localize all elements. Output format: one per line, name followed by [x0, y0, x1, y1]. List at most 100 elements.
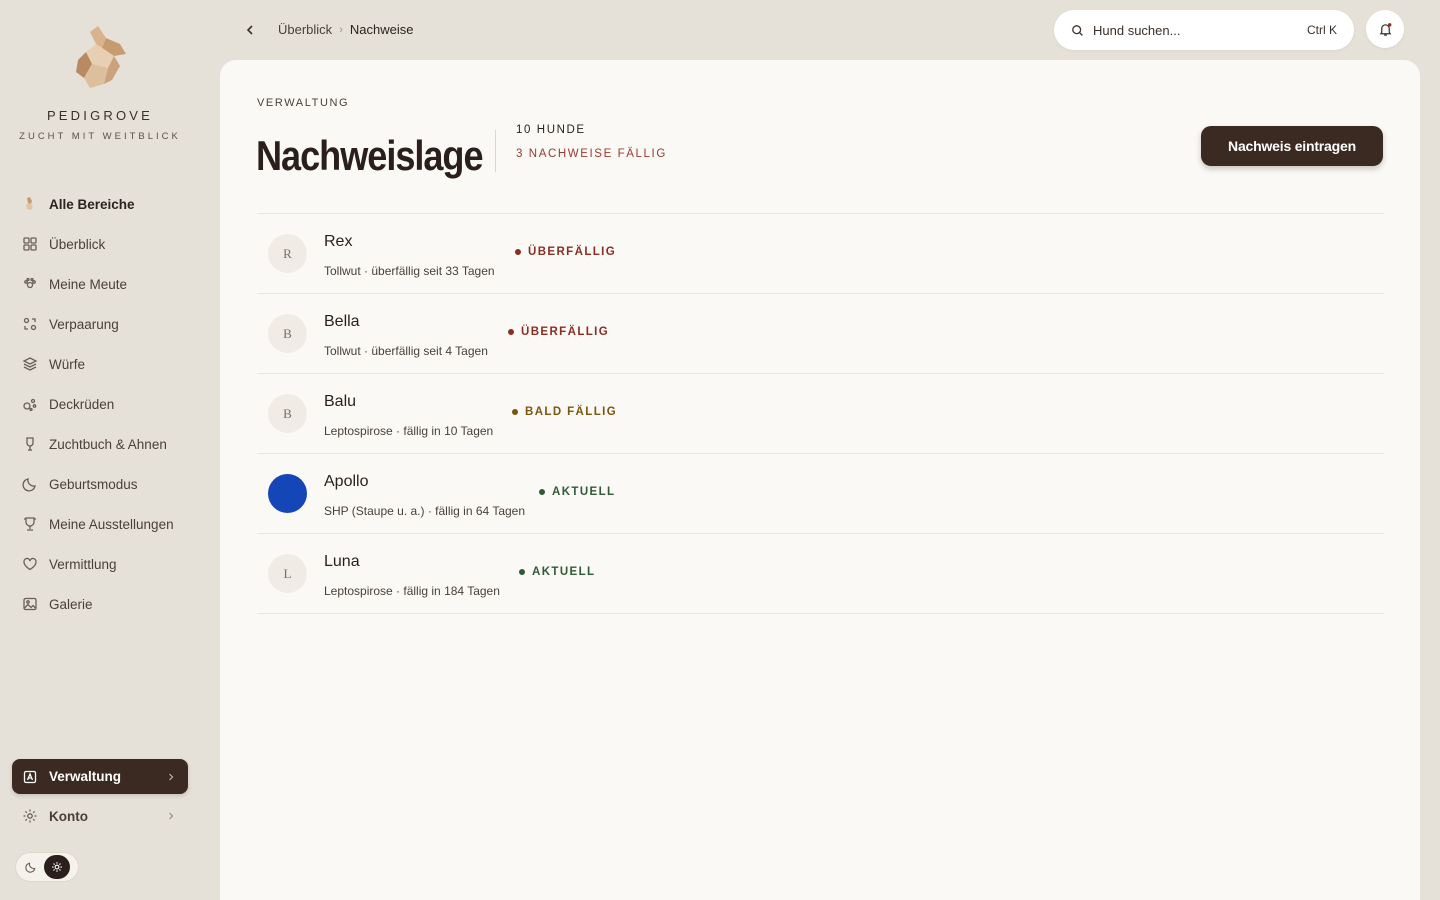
dog-name: Apollo	[324, 473, 369, 490]
dog-name: Rex	[324, 233, 353, 250]
sidebar-item-wuerfe[interactable]: Würfe	[12, 344, 188, 384]
dog-icon	[22, 196, 38, 212]
layers-icon	[22, 356, 38, 372]
status-dot	[519, 569, 525, 575]
sidebar-item-ausstellungen[interactable]: Meine Ausstellungen	[12, 504, 188, 544]
list-item[interactable]: B Bella Tollwut · überfällig seit 4 Tage…	[257, 294, 1384, 374]
status-dot	[515, 249, 521, 255]
theme-toggle	[15, 852, 79, 882]
status-dot	[508, 329, 514, 335]
sidebar-item-vermittlung[interactable]: Vermittlung	[12, 544, 188, 584]
dog-detail: Tollwut · überfällig seit 4 Tagen	[324, 344, 488, 358]
dog-detail: SHP (Staupe u. a.) · fällig in 64 Tagen	[324, 504, 526, 518]
fox-logo-icon	[76, 26, 126, 88]
breadcrumb: Überblick › Nachweise	[278, 22, 413, 37]
dog-name: Luna	[324, 553, 360, 570]
search-icon	[1072, 24, 1083, 36]
dog-detail: Leptospirose · fällig in 10 Tagen	[324, 424, 494, 438]
section-label: VERWALTUNG	[257, 97, 350, 109]
status-text: AKTUELL	[552, 486, 616, 498]
status-text: AKTUELL	[532, 566, 596, 578]
sidebar-item-label: Galerie	[49, 596, 93, 612]
chevron-right-icon	[169, 812, 174, 820]
sidebar-item-label: Meine Meute	[49, 276, 128, 292]
sidebar-item-meine-meute[interactable]: Meine Meute	[12, 264, 188, 304]
sidebar-item-label: Überblick	[49, 236, 106, 252]
status-text: ÜBERFÄLLIG	[528, 246, 617, 258]
status-text: BALD FÄLLIG	[525, 406, 618, 418]
bell-icon	[1379, 22, 1391, 36]
status-text: ÜBERFÄLLIG	[521, 326, 610, 338]
moon-icon	[25, 862, 36, 873]
due-count: 3 NACHWEISE FÄLLIG	[516, 148, 667, 160]
tree-icon	[22, 436, 38, 452]
status-badge: AKTUELL	[519, 566, 595, 578]
status-badge: AKTUELL	[539, 486, 615, 498]
sidebar-item-label: Konto	[49, 808, 88, 824]
search-bar: Ctrl K	[1054, 10, 1354, 50]
avatar: B	[268, 314, 307, 353]
sidebar-item-galerie[interactable]: Galerie	[12, 584, 188, 624]
sidebar-item-label: Deckrüden	[49, 396, 115, 412]
search-input[interactable]	[1093, 22, 1307, 38]
list-item[interactable]: B Balu Leptospirose · fällig in 10 Tagen…	[257, 374, 1384, 454]
dog-count: 10 HUNDE	[516, 124, 586, 136]
brand-name: PEDIGROVE	[46, 108, 154, 123]
status-badge: ÜBERFÄLLIG	[515, 246, 616, 258]
sidebar-item-geburtsmodus[interactable]: Geburtsmodus	[12, 464, 188, 504]
moon-icon	[22, 476, 38, 492]
light-mode-button[interactable]	[44, 855, 70, 879]
status-dot	[512, 409, 518, 415]
add-record-button[interactable]: Nachweis eintragen	[1201, 126, 1383, 166]
dog-detail: Tollwut · überfällig seit 33 Tagen	[324, 264, 495, 278]
grid-icon	[22, 236, 38, 252]
list-item[interactable]: R Rex Tollwut · überfällig seit 33 Tagen…	[257, 214, 1384, 294]
sidebar-item-label: Verwaltung	[49, 769, 122, 784]
chevron-left-icon	[246, 25, 253, 35]
sidebar-item-zuchtbuch[interactable]: Zuchtbuch & Ahnen	[12, 424, 188, 464]
avatar: R	[268, 234, 307, 273]
back-button[interactable]	[240, 20, 260, 40]
list-item[interactable]: Apollo SHP (Staupe u. a.) · fällig in 64…	[257, 454, 1384, 534]
sidebar-item-label: Zuchtbuch & Ahnen	[49, 436, 167, 452]
sidebar: PEDIGROVE ZUCHT MIT WEITBLICK Alle Berei…	[0, 0, 200, 900]
breadcrumb-current: Nachweise	[349, 22, 414, 37]
sidebar-item-konto[interactable]: Konto	[12, 796, 188, 836]
chevron-right-icon	[169, 773, 174, 780]
notifications-button[interactable]	[1366, 10, 1404, 48]
sidebar-item-deckrueden[interactable]: Deckrüden	[12, 384, 188, 424]
dog-list: R Rex Tollwut · überfällig seit 33 Tagen…	[257, 213, 1384, 614]
status-badge: BALD FÄLLIG	[512, 406, 617, 418]
heart-icon	[22, 556, 38, 572]
dark-mode-button[interactable]	[18, 855, 44, 879]
avatar-photo	[268, 474, 307, 513]
dots-icon	[22, 396, 38, 412]
brand-tagline: ZUCHT MIT WEITBLICK	[19, 131, 181, 142]
status-dot	[539, 489, 545, 495]
paw-icon	[22, 276, 38, 292]
sidebar-item-verwaltung[interactable]: Verwaltung	[12, 759, 188, 794]
breadcrumb-ueberblick[interactable]: Überblick	[278, 22, 332, 37]
sidebar-item-ueberblick[interactable]: Überblick	[12, 224, 188, 264]
status-badge: ÜBERFÄLLIG	[508, 326, 609, 338]
admin-icon	[22, 769, 38, 785]
avatar: L	[268, 554, 307, 593]
sidebar-item-label: Geburtsmodus	[49, 476, 138, 492]
search-shortcut: Ctrl K	[1307, 23, 1337, 37]
sidebar-nav: Alle Bereiche Überblick Meine Meute Verp…	[12, 184, 188, 624]
breadcrumb-separator: ›	[339, 23, 343, 36]
brand: PEDIGROVE ZUCHT MIT WEITBLICK	[0, 24, 200, 142]
list-item[interactable]: L Luna Leptospirose · fällig in 184 Tage…	[257, 534, 1384, 614]
avatar: B	[268, 394, 307, 433]
page-title: Nachweislage	[256, 132, 484, 179]
gear-icon	[22, 808, 38, 824]
sidebar-item-verpaarung[interactable]: Verpaarung	[12, 304, 188, 344]
sidebar-item-alle-bereiche[interactable]: Alle Bereiche	[12, 184, 188, 224]
header-divider	[495, 130, 496, 172]
image-icon	[22, 596, 38, 612]
pairing-icon	[22, 316, 38, 332]
sidebar-bottom: Verwaltung Konto	[12, 759, 188, 836]
sun-icon	[52, 862, 62, 872]
dog-detail: Leptospirose · fällig in 184 Tagen	[324, 584, 500, 598]
dog-name: Balu	[324, 393, 357, 410]
